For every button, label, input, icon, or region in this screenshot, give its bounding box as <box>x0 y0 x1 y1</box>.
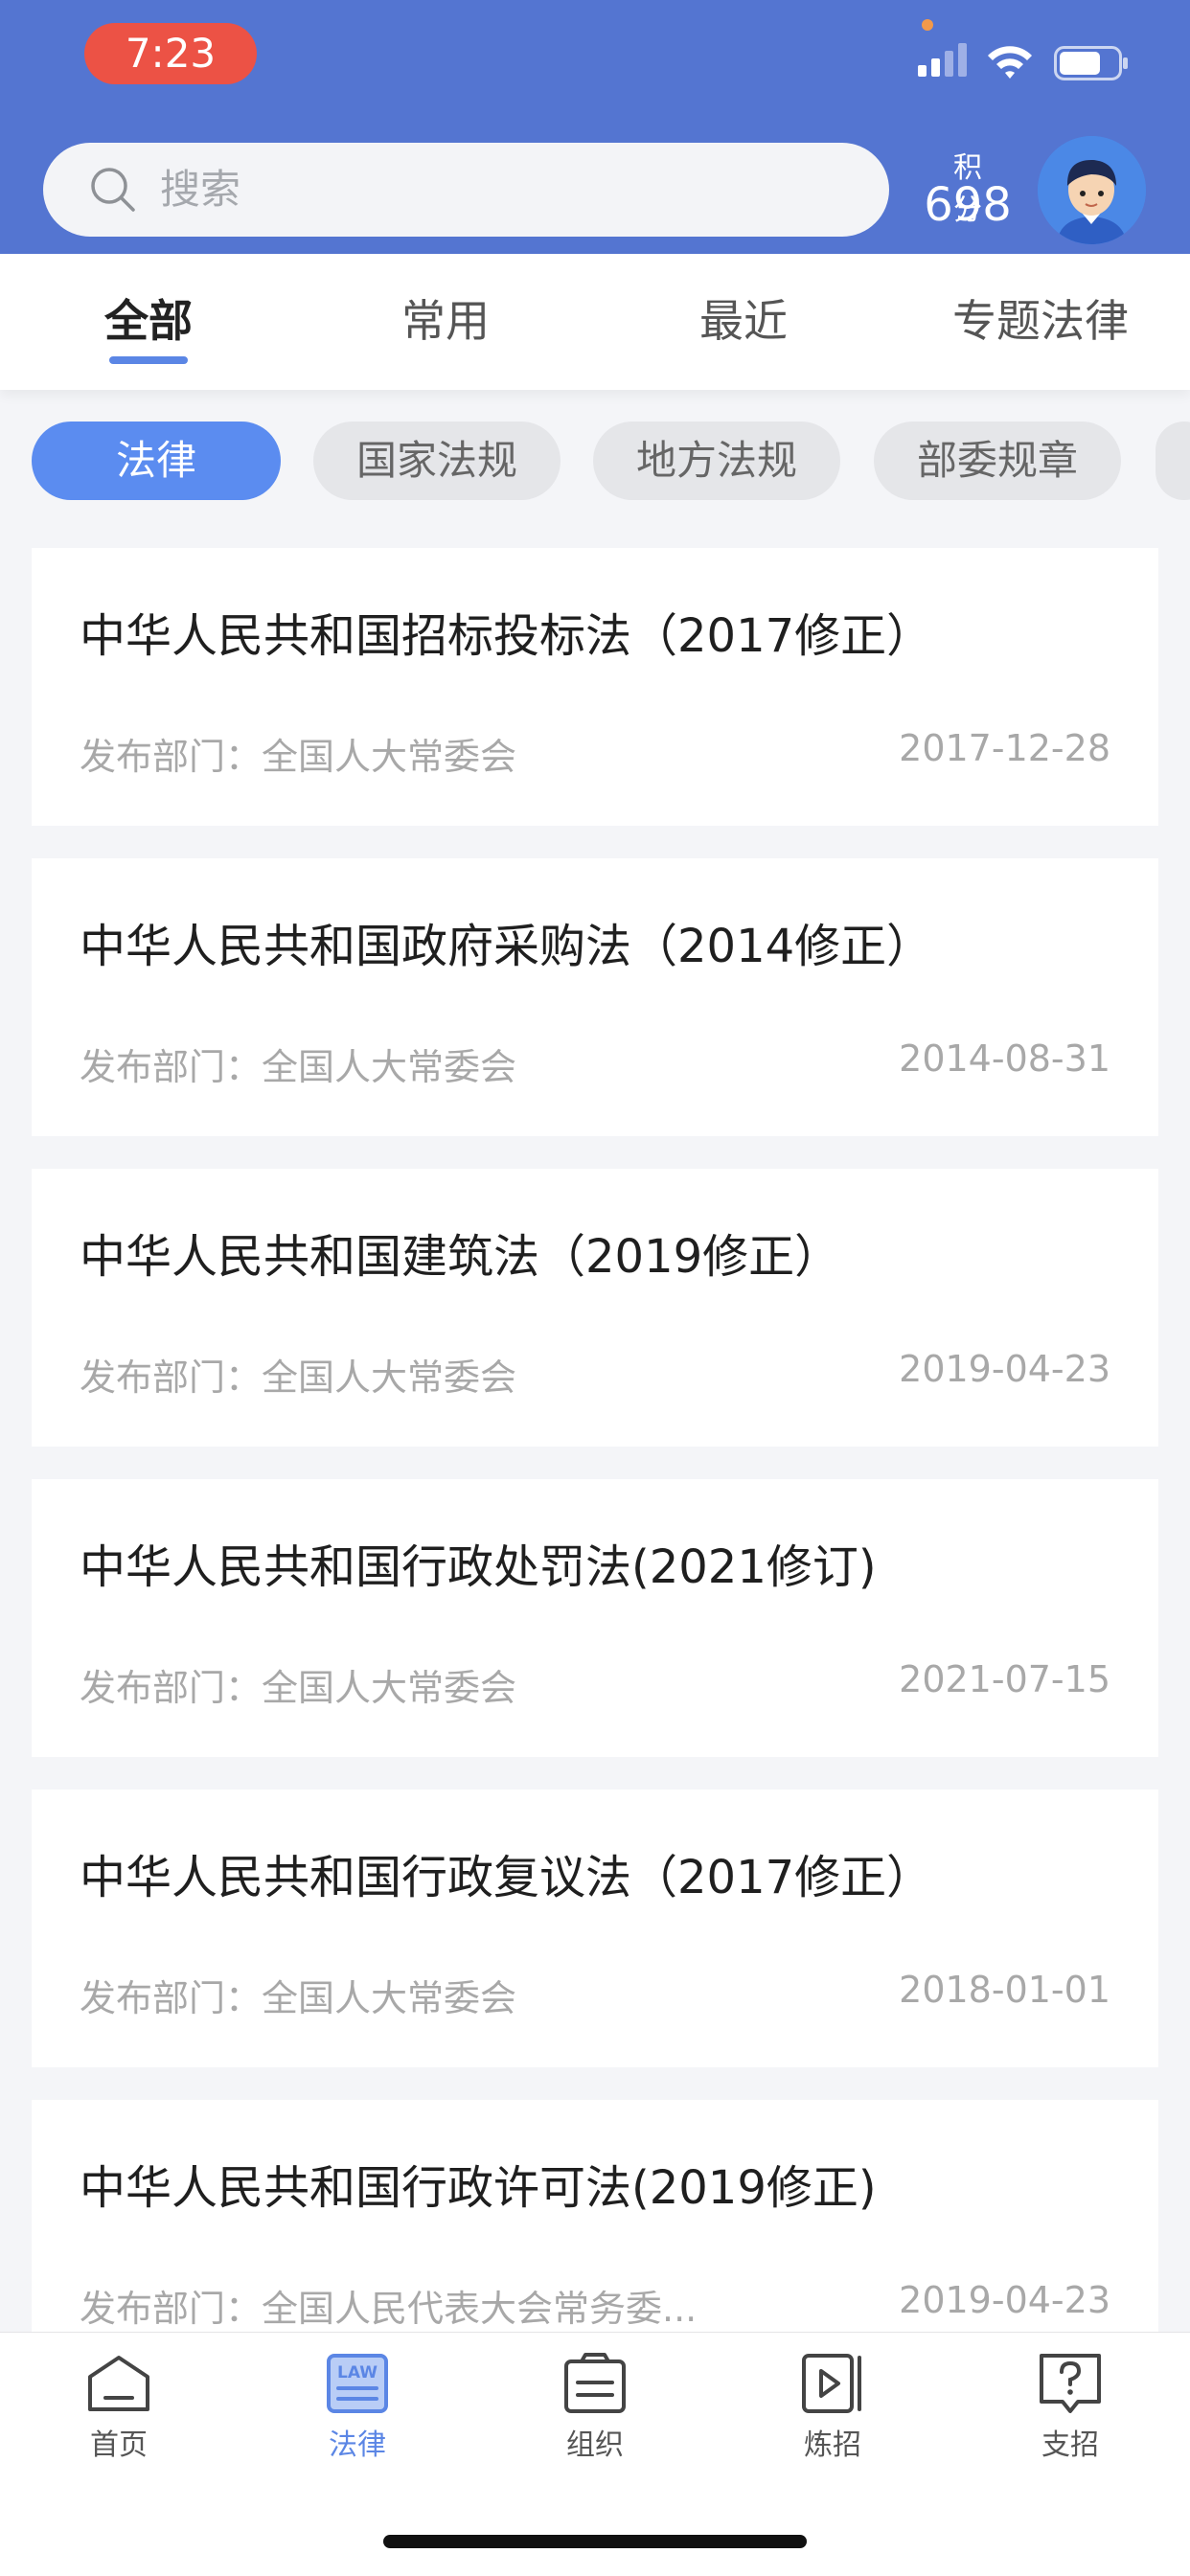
tab-all[interactable]: 全部 <box>104 286 193 350</box>
nav-label: 法律 <box>329 2428 386 2462</box>
law-date: 2021-07-15 <box>899 1658 1110 1700</box>
user-avatar[interactable] <box>1038 136 1146 244</box>
video-play-icon <box>802 2354 861 2413</box>
law-book-icon: LAW <box>327 2354 388 2413</box>
points-value[interactable]: 698 <box>910 178 1025 232</box>
wifi-icon <box>988 46 1032 79</box>
filter-chip-local-regulations[interactable]: 地方法规 <box>593 422 840 500</box>
status-time: 7:23 <box>84 23 257 84</box>
organization-icon <box>564 2353 626 2413</box>
tab-active-indicator <box>109 356 188 364</box>
nav-label: 炼招 <box>804 2428 861 2462</box>
law-date: 2019-04-23 <box>899 2279 1110 2321</box>
nav-law[interactable]: LAW 法律 <box>281 2352 434 2463</box>
law-date: 2019-04-23 <box>899 1348 1110 1390</box>
tab-special-topic-law[interactable]: 专题法律 <box>952 286 1129 350</box>
filter-chip-law[interactable]: 法律 <box>32 422 281 500</box>
filter-chip-more[interactable] <box>1156 422 1190 500</box>
nav-label: 首页 <box>90 2428 148 2462</box>
law-date: 2018-01-01 <box>899 1969 1110 2011</box>
nav-organization[interactable]: 组织 <box>518 2352 672 2463</box>
law-department: 发布部门：全国人大常委会 <box>80 1977 517 2019</box>
law-department: 发布部门：全国人大常委会 <box>80 1356 517 1399</box>
law-list-item[interactable]: 中华人民共和国行政复议法（2017修正） 发布部门：全国人大常委会 2018-0… <box>32 1790 1158 2067</box>
search-placeholder: 搜索 <box>160 166 241 213</box>
recording-dot-icon <box>922 19 933 31</box>
law-department: 发布部门：全国人民代表大会常务委... <box>80 2288 698 2330</box>
law-title: 中华人民共和国行政处罚法(2021修订) <box>80 1540 877 1594</box>
search-icon <box>91 168 135 212</box>
law-date: 2017-12-28 <box>899 727 1110 769</box>
tab-frequent[interactable]: 常用 <box>401 286 490 350</box>
law-title: 中华人民共和国招标投标法（2017修正） <box>80 609 933 663</box>
law-title: 中华人民共和国建筑法（2019修正） <box>80 1230 841 1284</box>
tab-recent[interactable]: 最近 <box>699 286 788 350</box>
cellular-signal-icon <box>918 43 967 77</box>
nav-advice[interactable]: 支招 <box>994 2352 1147 2463</box>
law-department: 发布部门：全国人大常委会 <box>80 1667 517 1709</box>
law-icon-text: LAW <box>337 2363 378 2382</box>
law-date: 2014-08-31 <box>899 1037 1110 1080</box>
battery-icon <box>1054 46 1128 80</box>
question-chat-icon <box>1040 2354 1101 2413</box>
nav-label: 组织 <box>566 2428 624 2462</box>
home-icon <box>88 2356 149 2411</box>
law-title: 中华人民共和国行政许可法(2019修正) <box>80 2161 877 2215</box>
filter-chip-ministry-rules[interactable]: 部委规章 <box>874 422 1121 500</box>
law-department: 发布部门：全国人大常委会 <box>80 736 517 778</box>
nav-label: 支招 <box>1041 2428 1099 2462</box>
law-list-item[interactable]: 中华人民共和国行政处罚法(2021修订) 发布部门：全国人大常委会 2021-0… <box>32 1479 1158 1757</box>
law-department: 发布部门：全国人大常委会 <box>80 1046 517 1088</box>
avatar-illustration-icon <box>1038 136 1146 244</box>
law-title: 中华人民共和国行政复议法（2017修正） <box>80 1851 933 1904</box>
law-list-item[interactable]: 中华人民共和国政府采购法（2014修正） 发布部门：全国人大常委会 2014-0… <box>32 858 1158 1136</box>
nav-home[interactable]: 首页 <box>42 2352 195 2463</box>
search-input[interactable]: 搜索 <box>43 143 889 237</box>
filter-chip-national-regulations[interactable]: 国家法规 <box>313 422 561 500</box>
nav-practice[interactable]: 炼招 <box>756 2352 909 2463</box>
law-list-item[interactable]: 中华人民共和国建筑法（2019修正） 发布部门：全国人大常委会 2019-04-… <box>32 1169 1158 1447</box>
home-indicator[interactable] <box>383 2535 807 2548</box>
app-header: 7:23 搜索 积分 698 <box>0 0 1190 254</box>
law-title: 中华人民共和国政府采购法（2014修正） <box>80 920 933 973</box>
category-tabs: 全部 常用 最近 专题法律 <box>0 254 1190 390</box>
law-list-item[interactable]: 中华人民共和国招标投标法（2017修正） 发布部门：全国人大常委会 2017-1… <box>32 548 1158 826</box>
